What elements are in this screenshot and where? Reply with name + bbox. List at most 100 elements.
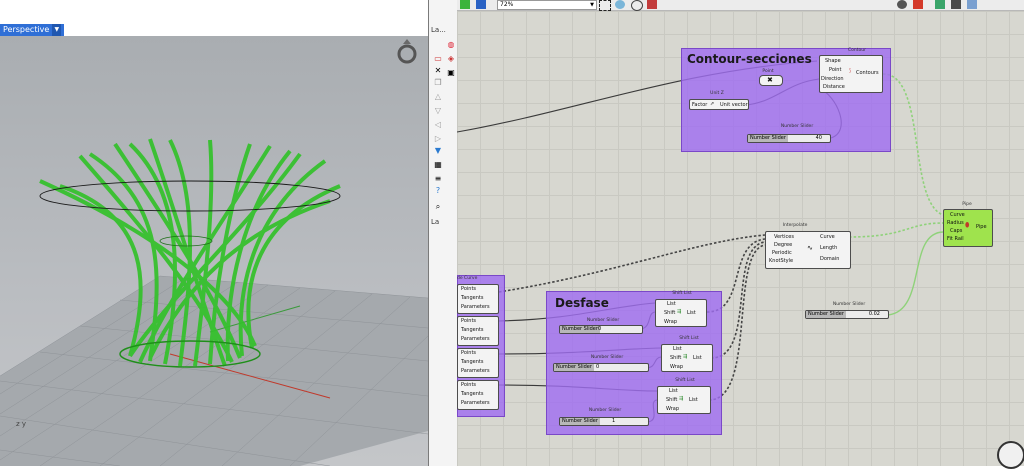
input-shift[interactable]: Shift <box>666 397 677 403</box>
input-wrap[interactable]: Wrap <box>666 406 679 412</box>
input-shift[interactable]: Shift <box>670 355 681 361</box>
gh-save-icon[interactable] <box>476 0 486 9</box>
output-points[interactable]: Points <box>461 382 476 388</box>
output-points[interactable]: Points <box>461 350 476 356</box>
divide-curve-4[interactable]: Points Tangents Parameters <box>457 380 499 410</box>
chevron-down-icon[interactable]: ▼ <box>52 24 62 36</box>
output-curve[interactable]: Curve <box>820 234 835 240</box>
output-parameters[interactable]: Parameters <box>461 368 490 374</box>
number-slider-shift-3[interactable]: Number Slider 1 <box>559 417 649 426</box>
layers-panel[interactable]: La... ◍ ▭ ◈ ✕ ▣ ❐ △ ▽ ◁ ▷ ▼ ▦ ≡ ? ⌕ La <box>429 0 458 466</box>
shift-list-1[interactable]: List Shift Wrap ⇶ List <box>655 299 707 327</box>
gh-new-icon[interactable] <box>460 0 470 9</box>
divide-curve-3[interactable]: Points Tangents Parameters <box>457 348 499 378</box>
number-slider-distance[interactable]: Number Slider 40 <box>747 134 831 143</box>
output-tangents[interactable]: Tangents <box>461 391 483 397</box>
number-slider-shift-1[interactable]: Number Slider 0 <box>559 325 643 334</box>
output-contours[interactable]: Contours <box>856 70 879 76</box>
preview-shaded-icon[interactable] <box>913 0 923 9</box>
filter-icon[interactable]: ▼ <box>432 146 444 156</box>
input-fit-rail[interactable]: Fit Rail <box>947 236 964 242</box>
layer-stack-icon[interactable]: ◈ <box>445 54 457 64</box>
output-parameters[interactable]: Parameters <box>461 400 490 406</box>
monitor-icon[interactable]: ▣ <box>445 68 457 78</box>
number-slider-radius[interactable]: Number Slider 0.02 <box>805 310 889 319</box>
zoom-dropdown[interactable]: 72% ▼ <box>497 0 597 10</box>
shift-list-3[interactable]: List Shift Wrap ⇶ List <box>657 386 711 414</box>
output-domain[interactable]: Domain <box>820 256 839 262</box>
shift-list-3-caption: Shift List <box>675 378 695 383</box>
output-tangents[interactable]: Tangents <box>461 359 483 365</box>
group-title: Desfase <box>555 296 609 310</box>
pipe-component[interactable]: Curve Radius Caps Fit Rail ⬮ Pipe <box>943 209 993 247</box>
input-direction[interactable]: Direction <box>821 76 844 82</box>
zoom-extents-icon[interactable] <box>599 0 611 11</box>
move-up-icon[interactable]: △ <box>432 92 444 102</box>
contour-component[interactable]: Shape Point Direction Distance ⟆ Contour… <box>819 55 883 93</box>
shift-list-2[interactable]: List Shift Wrap ⇶ List <box>661 344 713 372</box>
grasshopper-canvas[interactable]: Contour-secciones Contour Shape Point Di… <box>457 11 1024 469</box>
input-vertices[interactable]: Vertices <box>774 234 794 240</box>
preview-icon[interactable] <box>631 0 643 11</box>
viewport-tab-label: Perspective <box>3 25 50 34</box>
output-unit-vector[interactable]: Unit vector <box>720 102 748 108</box>
input-list[interactable]: List <box>673 346 682 352</box>
output-tangents[interactable]: Tangents <box>461 295 483 301</box>
point-param[interactable]: ✖ <box>759 75 783 86</box>
output-points[interactable]: Points <box>461 286 476 292</box>
input-curve[interactable]: Curve <box>950 212 965 218</box>
input-caps[interactable]: Caps <box>950 228 962 234</box>
list-icon[interactable]: ≡ <box>432 174 444 184</box>
output-parameters[interactable]: Parameters <box>461 336 490 342</box>
move-parent-icon[interactable]: ◁ <box>432 120 444 130</box>
input-periodic[interactable]: Periodic <box>772 250 792 256</box>
input-degree[interactable]: Degree <box>774 242 792 248</box>
move-child-icon[interactable]: ▷ <box>432 134 444 144</box>
input-shape[interactable]: Shape <box>825 58 841 64</box>
table-icon[interactable]: ▦ <box>432 160 444 170</box>
help-icon[interactable]: ? <box>432 186 444 196</box>
divide-curve-2[interactable]: Points Tangents Parameters <box>457 316 499 346</box>
move-down-icon[interactable]: ▽ <box>432 106 444 116</box>
disable-icon[interactable] <box>647 0 657 9</box>
perspective-canvas[interactable]: z y <box>0 36 428 466</box>
viewport-tab-perspective[interactable]: Perspective ▼ <box>0 24 65 36</box>
input-shift[interactable]: Shift <box>664 310 675 316</box>
delete-icon[interactable]: ✕ <box>432 66 444 76</box>
divide-curve-1[interactable]: Points Tangents Parameters <box>457 284 499 314</box>
output-list[interactable]: List <box>693 355 702 361</box>
copy-icon[interactable]: ❐ <box>432 78 444 88</box>
ring-icon[interactable] <box>395 36 419 66</box>
unit-z-component[interactable]: Factor ⇗ Unit vector <box>689 99 749 110</box>
wire-display-icon[interactable] <box>951 0 961 9</box>
output-pipe[interactable]: Pipe <box>976 224 987 230</box>
output-length[interactable]: Length <box>820 245 837 251</box>
output-list[interactable]: List <box>687 310 696 316</box>
input-radius[interactable]: Radius <box>947 220 964 226</box>
input-distance[interactable]: Distance <box>823 84 845 90</box>
rhino-viewport[interactable]: Perspective ▼ z y <box>0 0 428 466</box>
canvas-navigation-icon[interactable] <box>997 441 1024 469</box>
slider-1-caption: Number Slider <box>586 318 620 323</box>
input-knotstyle[interactable]: KnotStyle <box>769 258 793 264</box>
input-list[interactable]: List <box>667 301 676 307</box>
gh-settings-icon[interactable] <box>967 0 977 9</box>
number-slider-shift-2[interactable]: Number Slider 0 <box>553 363 649 372</box>
display-mode-icon[interactable] <box>897 0 907 9</box>
interpolate-component[interactable]: Vertices Degree Periodic KnotStyle ∿ Cur… <box>765 231 851 269</box>
input-wrap[interactable]: Wrap <box>664 319 677 325</box>
input-wrap[interactable]: Wrap <box>670 364 683 370</box>
output-points[interactable]: Points <box>461 318 476 324</box>
layer-new-icon[interactable]: ▭ <box>432 54 444 64</box>
wire-slider-to-pipe <box>887 231 944 316</box>
input-point[interactable]: Point <box>829 67 841 73</box>
output-tangents[interactable]: Tangents <box>461 327 483 333</box>
output-list[interactable]: List <box>689 397 698 403</box>
search-icon[interactable]: ⌕ <box>432 202 444 212</box>
sketch-icon[interactable] <box>615 0 625 9</box>
input-list[interactable]: List <box>669 388 678 394</box>
color-wheel-icon[interactable]: ◍ <box>445 40 457 50</box>
input-factor[interactable]: Factor <box>692 102 707 108</box>
preview-selected-icon[interactable] <box>935 0 945 9</box>
output-parameters[interactable]: Parameters <box>461 304 490 310</box>
